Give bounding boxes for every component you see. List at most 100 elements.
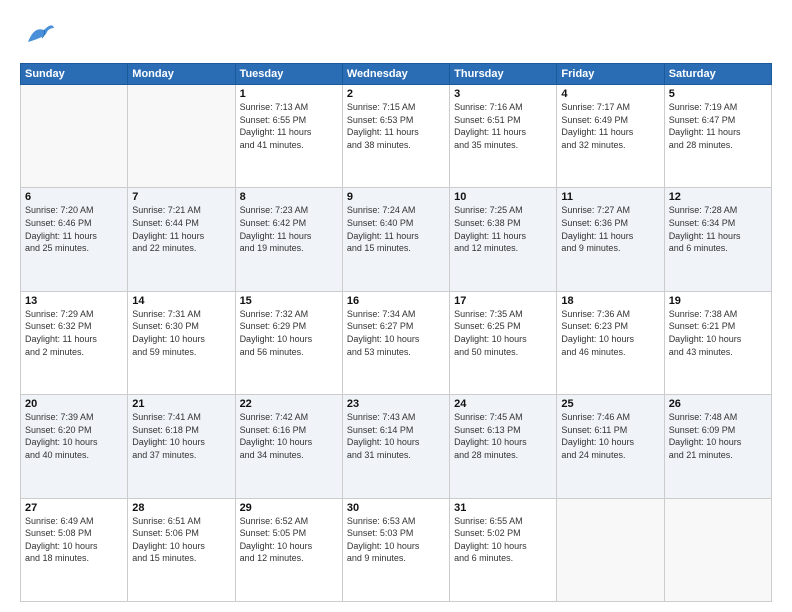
day-number: 13 <box>25 295 123 307</box>
page: SundayMondayTuesdayWednesdayThursdayFrid… <box>0 0 792 612</box>
calendar-cell: 13Sunrise: 7:29 AM Sunset: 6:32 PM Dayli… <box>21 291 128 394</box>
week-row-1: 1Sunrise: 7:13 AM Sunset: 6:55 PM Daylig… <box>21 85 772 188</box>
calendar-cell: 17Sunrise: 7:35 AM Sunset: 6:25 PM Dayli… <box>450 291 557 394</box>
day-number: 16 <box>347 295 445 307</box>
day-info: Sunrise: 7:19 AM Sunset: 6:47 PM Dayligh… <box>669 101 767 151</box>
calendar-cell: 12Sunrise: 7:28 AM Sunset: 6:34 PM Dayli… <box>664 188 771 291</box>
day-info: Sunrise: 7:39 AM Sunset: 6:20 PM Dayligh… <box>25 411 123 461</box>
weekday-header-monday: Monday <box>128 64 235 85</box>
day-info: Sunrise: 7:15 AM Sunset: 6:53 PM Dayligh… <box>347 101 445 151</box>
calendar-cell <box>21 85 128 188</box>
day-number: 21 <box>132 398 230 410</box>
day-info: Sunrise: 7:38 AM Sunset: 6:21 PM Dayligh… <box>669 308 767 358</box>
calendar-cell: 28Sunrise: 6:51 AM Sunset: 5:06 PM Dayli… <box>128 498 235 601</box>
calendar-cell <box>664 498 771 601</box>
calendar-cell <box>128 85 235 188</box>
day-info: Sunrise: 7:42 AM Sunset: 6:16 PM Dayligh… <box>240 411 338 461</box>
day-info: Sunrise: 7:21 AM Sunset: 6:44 PM Dayligh… <box>132 204 230 254</box>
logo-icon <box>24 18 56 55</box>
calendar-cell: 26Sunrise: 7:48 AM Sunset: 6:09 PM Dayli… <box>664 395 771 498</box>
calendar-cell: 1Sunrise: 7:13 AM Sunset: 6:55 PM Daylig… <box>235 85 342 188</box>
calendar-cell: 9Sunrise: 7:24 AM Sunset: 6:40 PM Daylig… <box>342 188 449 291</box>
day-number: 6 <box>25 191 123 203</box>
day-info: Sunrise: 7:43 AM Sunset: 6:14 PM Dayligh… <box>347 411 445 461</box>
day-number: 1 <box>240 88 338 100</box>
week-row-3: 13Sunrise: 7:29 AM Sunset: 6:32 PM Dayli… <box>21 291 772 394</box>
day-number: 24 <box>454 398 552 410</box>
day-number: 25 <box>561 398 659 410</box>
day-info: Sunrise: 7:29 AM Sunset: 6:32 PM Dayligh… <box>25 308 123 358</box>
day-number: 31 <box>454 502 552 514</box>
calendar-cell: 15Sunrise: 7:32 AM Sunset: 6:29 PM Dayli… <box>235 291 342 394</box>
day-number: 29 <box>240 502 338 514</box>
weekday-header-friday: Friday <box>557 64 664 85</box>
weekday-header-sunday: Sunday <box>21 64 128 85</box>
day-number: 17 <box>454 295 552 307</box>
day-info: Sunrise: 7:41 AM Sunset: 6:18 PM Dayligh… <box>132 411 230 461</box>
day-info: Sunrise: 7:45 AM Sunset: 6:13 PM Dayligh… <box>454 411 552 461</box>
day-number: 11 <box>561 191 659 203</box>
calendar-cell: 22Sunrise: 7:42 AM Sunset: 6:16 PM Dayli… <box>235 395 342 498</box>
weekday-header-thursday: Thursday <box>450 64 557 85</box>
calendar-cell: 3Sunrise: 7:16 AM Sunset: 6:51 PM Daylig… <box>450 85 557 188</box>
calendar-cell: 8Sunrise: 7:23 AM Sunset: 6:42 PM Daylig… <box>235 188 342 291</box>
day-info: Sunrise: 7:13 AM Sunset: 6:55 PM Dayligh… <box>240 101 338 151</box>
day-number: 23 <box>347 398 445 410</box>
day-info: Sunrise: 7:16 AM Sunset: 6:51 PM Dayligh… <box>454 101 552 151</box>
calendar-cell: 29Sunrise: 6:52 AM Sunset: 5:05 PM Dayli… <box>235 498 342 601</box>
calendar-cell: 24Sunrise: 7:45 AM Sunset: 6:13 PM Dayli… <box>450 395 557 498</box>
calendar-cell: 19Sunrise: 7:38 AM Sunset: 6:21 PM Dayli… <box>664 291 771 394</box>
calendar-cell: 27Sunrise: 6:49 AM Sunset: 5:08 PM Dayli… <box>21 498 128 601</box>
calendar-cell <box>557 498 664 601</box>
calendar-cell: 10Sunrise: 7:25 AM Sunset: 6:38 PM Dayli… <box>450 188 557 291</box>
calendar-cell: 21Sunrise: 7:41 AM Sunset: 6:18 PM Dayli… <box>128 395 235 498</box>
day-number: 2 <box>347 88 445 100</box>
calendar-cell: 5Sunrise: 7:19 AM Sunset: 6:47 PM Daylig… <box>664 85 771 188</box>
calendar-cell: 30Sunrise: 6:53 AM Sunset: 5:03 PM Dayli… <box>342 498 449 601</box>
day-info: Sunrise: 6:52 AM Sunset: 5:05 PM Dayligh… <box>240 515 338 565</box>
day-number: 18 <box>561 295 659 307</box>
day-number: 10 <box>454 191 552 203</box>
calendar-cell: 7Sunrise: 7:21 AM Sunset: 6:44 PM Daylig… <box>128 188 235 291</box>
day-number: 8 <box>240 191 338 203</box>
day-info: Sunrise: 6:55 AM Sunset: 5:02 PM Dayligh… <box>454 515 552 565</box>
day-number: 30 <box>347 502 445 514</box>
day-number: 20 <box>25 398 123 410</box>
day-number: 3 <box>454 88 552 100</box>
day-number: 14 <box>132 295 230 307</box>
day-info: Sunrise: 7:24 AM Sunset: 6:40 PM Dayligh… <box>347 204 445 254</box>
day-info: Sunrise: 7:35 AM Sunset: 6:25 PM Dayligh… <box>454 308 552 358</box>
calendar-cell: 31Sunrise: 6:55 AM Sunset: 5:02 PM Dayli… <box>450 498 557 601</box>
calendar-cell: 11Sunrise: 7:27 AM Sunset: 6:36 PM Dayli… <box>557 188 664 291</box>
day-info: Sunrise: 7:32 AM Sunset: 6:29 PM Dayligh… <box>240 308 338 358</box>
day-number: 28 <box>132 502 230 514</box>
day-info: Sunrise: 6:51 AM Sunset: 5:06 PM Dayligh… <box>132 515 230 565</box>
day-number: 7 <box>132 191 230 203</box>
weekday-header-saturday: Saturday <box>664 64 771 85</box>
week-row-2: 6Sunrise: 7:20 AM Sunset: 6:46 PM Daylig… <box>21 188 772 291</box>
week-row-5: 27Sunrise: 6:49 AM Sunset: 5:08 PM Dayli… <box>21 498 772 601</box>
day-number: 9 <box>347 191 445 203</box>
day-number: 22 <box>240 398 338 410</box>
day-info: Sunrise: 7:27 AM Sunset: 6:36 PM Dayligh… <box>561 204 659 254</box>
day-info: Sunrise: 7:23 AM Sunset: 6:42 PM Dayligh… <box>240 204 338 254</box>
calendar-cell: 23Sunrise: 7:43 AM Sunset: 6:14 PM Dayli… <box>342 395 449 498</box>
day-info: Sunrise: 7:31 AM Sunset: 6:30 PM Dayligh… <box>132 308 230 358</box>
calendar-cell: 4Sunrise: 7:17 AM Sunset: 6:49 PM Daylig… <box>557 85 664 188</box>
calendar-table: SundayMondayTuesdayWednesdayThursdayFrid… <box>20 63 772 602</box>
day-info: Sunrise: 7:25 AM Sunset: 6:38 PM Dayligh… <box>454 204 552 254</box>
day-info: Sunrise: 7:28 AM Sunset: 6:34 PM Dayligh… <box>669 204 767 254</box>
calendar-cell: 20Sunrise: 7:39 AM Sunset: 6:20 PM Dayli… <box>21 395 128 498</box>
day-info: Sunrise: 7:34 AM Sunset: 6:27 PM Dayligh… <box>347 308 445 358</box>
weekday-header-wednesday: Wednesday <box>342 64 449 85</box>
calendar-cell: 2Sunrise: 7:15 AM Sunset: 6:53 PM Daylig… <box>342 85 449 188</box>
day-info: Sunrise: 7:48 AM Sunset: 6:09 PM Dayligh… <box>669 411 767 461</box>
day-number: 19 <box>669 295 767 307</box>
day-number: 15 <box>240 295 338 307</box>
calendar-cell: 16Sunrise: 7:34 AM Sunset: 6:27 PM Dayli… <box>342 291 449 394</box>
day-number: 26 <box>669 398 767 410</box>
day-info: Sunrise: 7:36 AM Sunset: 6:23 PM Dayligh… <box>561 308 659 358</box>
day-number: 4 <box>561 88 659 100</box>
logo <box>20 18 56 55</box>
day-number: 27 <box>25 502 123 514</box>
